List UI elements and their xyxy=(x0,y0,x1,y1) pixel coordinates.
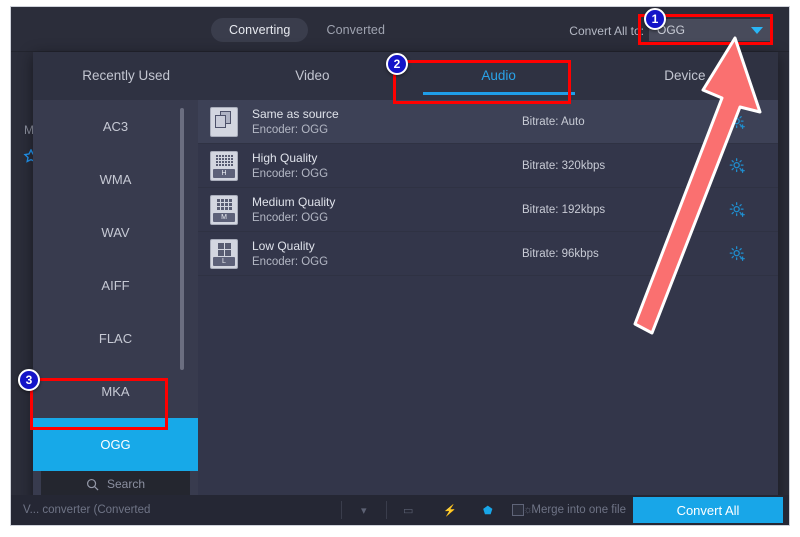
format-list-scrollbar[interactable] xyxy=(180,108,184,370)
format-item-flac[interactable]: FLAC xyxy=(33,312,198,365)
quality-low-icon: L xyxy=(210,239,238,269)
folder-icon[interactable]: ▭ xyxy=(403,504,413,517)
search-placeholder: Search xyxy=(107,477,145,491)
quality-bitrate: Bitrate: 96kbps xyxy=(522,248,692,260)
tab-recently-used[interactable]: Recently Used xyxy=(33,52,219,100)
table-row[interactable]: H High Quality Encoder: OGG Bitrate: 320… xyxy=(198,144,778,188)
divider xyxy=(386,501,387,519)
quality-encoder: Encoder: OGG xyxy=(252,168,522,180)
tab-converted[interactable]: Converted xyxy=(308,18,403,42)
table-row[interactable]: Same as source Encoder: OGG Bitrate: Aut… xyxy=(198,100,778,144)
output-file-label: V... converter (Converted xyxy=(23,504,150,516)
search-input[interactable]: Search xyxy=(41,471,190,497)
step-badge-1: 1 xyxy=(644,8,666,30)
app-header: Converting Converted Convert All to: OGG xyxy=(11,7,790,52)
format-item-ac3[interactable]: AC3 xyxy=(33,100,198,153)
dropdown-caret-icon[interactable]: ▾ xyxy=(361,504,367,517)
format-item-wav[interactable]: WAV xyxy=(33,206,198,259)
quality-high-icon: H xyxy=(210,151,238,181)
quality-name: Same as source xyxy=(252,107,522,121)
quality-bitrate: Bitrate: 192kbps xyxy=(522,204,692,216)
convert-all-button[interactable]: Convert All xyxy=(633,497,783,523)
quality-badge: M xyxy=(213,213,235,222)
quality-badge: H xyxy=(213,169,235,178)
quality-bitrate: Bitrate: 320kbps xyxy=(522,160,692,172)
gear-icon[interactable] xyxy=(729,157,746,174)
format-item-mka[interactable]: MKA xyxy=(33,365,198,418)
screenshot-root: MOV Converting Converted Convert All to:… xyxy=(0,0,800,537)
divider xyxy=(341,501,342,519)
convert-all-to-label: Convert All to: xyxy=(569,24,644,38)
tab-device[interactable]: Device xyxy=(592,52,778,100)
app-window: MOV Converting Converted Convert All to:… xyxy=(10,6,790,526)
tab-video[interactable]: Video xyxy=(219,52,405,100)
format-select-value: OGG xyxy=(657,23,751,37)
gear-icon[interactable] xyxy=(729,113,746,130)
quality-medium-icon: M xyxy=(210,195,238,225)
step-badge-3: 3 xyxy=(18,369,40,391)
quality-name: High Quality xyxy=(252,151,522,165)
search-icon xyxy=(86,478,99,491)
quality-list: Same as source Encoder: OGG Bitrate: Aut… xyxy=(198,100,778,507)
quality-name: Medium Quality xyxy=(252,195,522,209)
merge-into-one-file-option[interactable]: Merge into one file xyxy=(512,504,626,516)
merge-checkbox[interactable] xyxy=(512,504,524,516)
quality-name: Low Quality xyxy=(252,239,522,253)
format-dropdown-panel: Recently Used Video Audio Device AC3 WMA… xyxy=(33,52,778,507)
quality-encoder: Encoder: OGG xyxy=(252,124,522,136)
step-badge-2: 2 xyxy=(386,53,408,75)
dropdown-body: AC3 WMA WAV AIFF FLAC MKA OGG AU xyxy=(33,100,778,507)
tab-converting[interactable]: Converting xyxy=(211,18,308,42)
format-list: AC3 WMA WAV AIFF FLAC MKA OGG AU xyxy=(33,100,198,507)
gear-icon[interactable] xyxy=(729,201,746,218)
quality-bitrate: Bitrate: Auto xyxy=(522,116,692,128)
quality-encoder: Encoder: OGG xyxy=(252,212,522,224)
table-row[interactable]: M Medium Quality Encoder: OGG Bitrate: 1… xyxy=(198,188,778,232)
format-item-aiff[interactable]: AIFF xyxy=(33,259,198,312)
gpu-icon[interactable]: ⬟ xyxy=(483,504,493,517)
tab-audio[interactable]: Audio xyxy=(406,52,592,100)
format-item-wma[interactable]: WMA xyxy=(33,153,198,206)
merge-label: Merge into one file xyxy=(531,504,626,516)
table-row[interactable]: L Low Quality Encoder: OGG Bitrate: 96kb… xyxy=(198,232,778,276)
status-tab-group: Converting Converted xyxy=(211,18,403,42)
gear-icon[interactable] xyxy=(729,245,746,262)
quality-encoder: Encoder: OGG xyxy=(252,256,522,268)
format-item-ogg[interactable]: OGG xyxy=(33,418,198,471)
bottom-toolbar: V... converter (Converted ▾ ▭ ⚡ ⬟ ☼ Merg… xyxy=(11,495,790,525)
hardware-accel-icon[interactable]: ⚡ xyxy=(443,504,457,517)
format-select[interactable]: OGG xyxy=(649,19,771,41)
same-as-source-icon xyxy=(210,107,238,137)
quality-badge: L xyxy=(213,257,235,266)
chevron-down-icon xyxy=(751,27,763,34)
